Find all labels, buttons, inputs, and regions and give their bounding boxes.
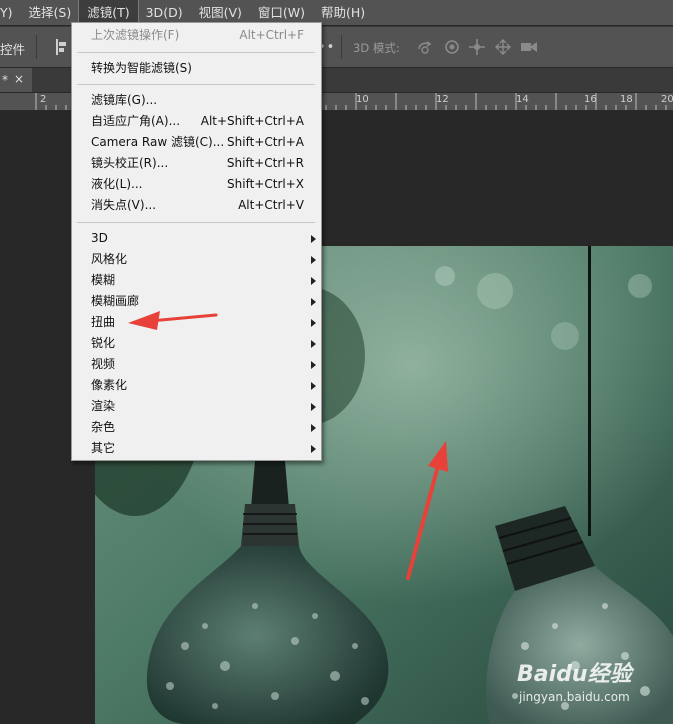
align-left-icon[interactable] — [56, 39, 68, 55]
3d-slide-icon[interactable] — [494, 38, 512, 56]
menu-item-lens-correction[interactable]: 镜头校正(R)... Shift+Ctrl+R — [72, 153, 321, 174]
ruler-label: 14 — [516, 94, 529, 105]
submenu-arrow-icon — [311, 256, 316, 264]
menu-item-3d[interactable]: 3D — [72, 228, 321, 249]
ruler-label: 18 — [620, 94, 633, 105]
document-tab[interactable]: * × — [0, 68, 32, 92]
menu-item-convert-smart-filter[interactable]: 转换为智能滤镜(S) — [72, 58, 321, 79]
close-icon[interactable]: × — [14, 68, 24, 90]
ruler-label: 10 — [356, 94, 369, 105]
filter-menu: 上次滤镜操作(F) Alt+Ctrl+F 转换为智能滤镜(S) 滤镜库(G)..… — [71, 22, 322, 461]
menu-image[interactable]: Y) — [0, 0, 21, 25]
menu-item-filter-gallery[interactable]: 滤镜库(G)... — [72, 90, 321, 111]
submenu-arrow-icon — [311, 340, 316, 348]
menu-item-last-filter[interactable]: 上次滤镜操作(F) Alt+Ctrl+F — [72, 25, 321, 46]
menu-item-sharpen[interactable]: 锐化 — [72, 333, 321, 354]
ruler-label: 2 — [40, 94, 47, 105]
menu-item-render[interactable]: 渲染 — [72, 396, 321, 417]
menu-item-other[interactable]: 其它 — [72, 438, 321, 459]
menu-item-video[interactable]: 视频 — [72, 354, 321, 375]
divider — [36, 35, 37, 59]
submenu-arrow-icon — [311, 445, 316, 453]
show-transform-controls-label[interactable]: 控件 — [0, 39, 25, 58]
ruler-label: 12 — [436, 94, 449, 105]
menu-item-pixelate[interactable]: 像素化 — [72, 375, 321, 396]
3d-roll-icon[interactable] — [443, 38, 461, 56]
menu-item-adaptive-wide-angle[interactable]: 自适应广角(A)... Alt+Shift+Ctrl+A — [72, 111, 321, 132]
menu-item-liquify[interactable]: 液化(L)... Shift+Ctrl+X — [72, 174, 321, 195]
menu-item-distort[interactable]: 扭曲 — [72, 312, 321, 333]
ruler-label: 16 — [584, 94, 597, 105]
submenu-arrow-icon — [311, 382, 316, 390]
submenu-arrow-icon — [311, 235, 316, 243]
menu-item-stylize[interactable]: 风格化 — [72, 249, 321, 270]
3d-rotate-icon[interactable] — [416, 38, 434, 56]
menu-divider — [77, 84, 315, 85]
submenu-arrow-icon — [311, 319, 316, 327]
menu-item-blur[interactable]: 模糊 — [72, 270, 321, 291]
submenu-arrow-icon — [311, 277, 316, 285]
divider — [341, 35, 342, 59]
menu-divider — [77, 222, 315, 223]
watermark-url: jingyan.baidu.com — [519, 690, 630, 704]
submenu-arrow-icon — [311, 361, 316, 369]
menu-item-camera-raw[interactable]: Camera Raw 滤镜(C)... Shift+Ctrl+A — [72, 132, 321, 153]
ruler-label: 20 — [661, 94, 673, 105]
menu-help[interactable]: 帮助(H) — [313, 0, 373, 25]
3d-pan-icon[interactable] — [468, 38, 486, 56]
3d-mode-label: 3D 模式: — [353, 41, 400, 55]
menu-item-blur-gallery[interactable]: 模糊画廊 — [72, 291, 321, 312]
menu-divider — [77, 52, 315, 53]
submenu-arrow-icon — [311, 424, 316, 432]
3d-scale-camera-icon[interactable] — [520, 38, 538, 56]
submenu-arrow-icon — [311, 298, 316, 306]
modified-indicator: * — [2, 73, 8, 87]
submenu-arrow-icon — [311, 403, 316, 411]
watermark: Baidu经验 jingyan.baidu.com — [517, 656, 667, 716]
menu-item-noise[interactable]: 杂色 — [72, 417, 321, 438]
watermark-logo: Baidu经验 — [517, 662, 632, 687]
menu-item-vanishing-point[interactable]: 消失点(V)... Alt+Ctrl+V — [72, 195, 321, 216]
